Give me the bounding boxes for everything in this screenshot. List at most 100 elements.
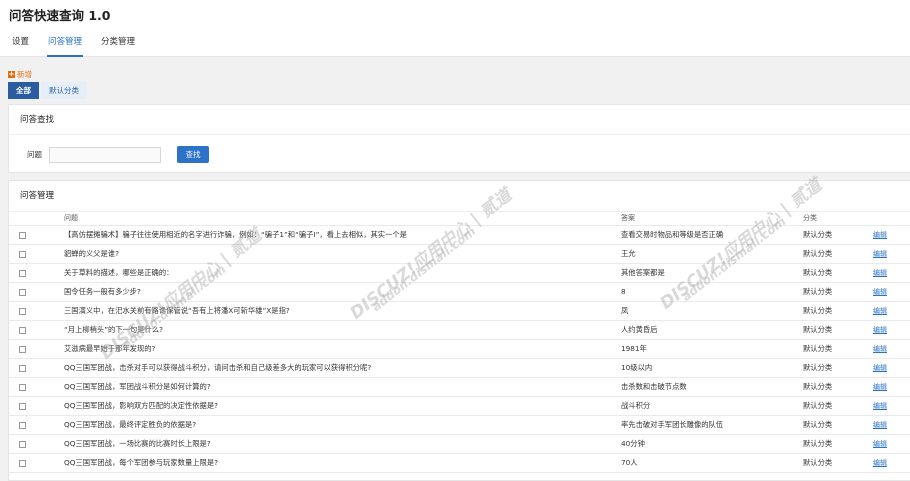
row-checkbox-cell [9,377,64,397]
action-cell: 编辑 [873,339,910,359]
edit-link[interactable]: 编辑 [873,231,887,239]
question-search-input[interactable] [49,146,161,163]
header-checkbox-col [9,212,64,226]
row-checkbox[interactable] [19,231,26,239]
search-row: 问题 查找 [27,146,209,163]
row-checkbox-cell [9,225,64,245]
category-cell: 默认分类 [803,453,873,473]
category-cell: 默认分类 [803,244,873,264]
answer-cell: 率先击破对手军团长雕像的队伍 [621,415,803,435]
category-cell: 默认分类 [803,282,873,302]
question-cell: QQ三国军团战，最终评定胜负的依据是? [64,415,621,435]
search-panel-title: 问答查找 [9,105,910,135]
row-checkbox[interactable] [19,440,26,448]
row-checkbox[interactable] [19,269,26,277]
question-cell: “月上柳梢头”的下一句是什么? [64,320,621,340]
add-button[interactable]: + 新增 [8,69,32,80]
question-cell: QQ三国军团战，影响双方匹配的决定性依据是? [64,396,621,416]
header-category: 分类 [803,212,873,226]
row-checkbox[interactable] [19,402,26,410]
edit-link[interactable]: 编辑 [873,269,887,277]
header-answer: 答案 [621,212,803,226]
add-label: 新增 [17,70,32,79]
action-cell: 编辑 [873,453,910,473]
filter-default-category[interactable]: 默认分类 [41,82,87,99]
qa-table: 问题 答案 分类 【高仿摆摊骗术】骗子往往使用相近的名字进行诈骗，例如：“骗子1… [9,212,910,473]
table-row: 关于草料的描述，哪些是正确的： 其他答案都是 默认分类 编辑 [9,263,910,283]
edit-link[interactable]: 编辑 [873,421,887,429]
category-cell: 默认分类 [803,339,873,359]
row-checkbox-cell [9,396,64,416]
edit-link[interactable]: 编辑 [873,250,887,258]
edit-link[interactable]: 编辑 [873,440,887,448]
row-checkbox-cell [9,282,64,302]
row-checkbox[interactable] [19,345,26,353]
tab-category-manage[interactable]: 分类管理 [100,37,136,57]
answer-cell: 人约黄昏后 [621,320,803,340]
question-cell: 国令任务一般有多少步? [64,282,621,302]
answer-cell: 凤 [621,301,803,321]
row-checkbox[interactable] [19,383,26,391]
table-row: 艾滋病最早始于那年发现的? 1981年 默认分类 编辑 [9,339,910,359]
row-checkbox[interactable] [19,307,26,315]
action-cell: 编辑 [873,282,910,302]
table-row: 貂蝉的义父是谁? 王允 默认分类 编辑 [9,244,910,264]
edit-link[interactable]: 编辑 [873,307,887,315]
edit-link[interactable]: 编辑 [873,364,887,372]
answer-cell: 8 [621,282,803,302]
search-panel: 问答查找 问题 查找 [8,104,910,173]
question-cell: 【高仿摆摊骗术】骗子往往使用相近的名字进行诈骗，例如：“骗子1”和“骗子I”，看… [64,225,621,245]
question-cell: QQ三国军团战，一场比赛的比赛时长上限是? [64,434,621,454]
main-tabs: 设置 问答管理 分类管理 [0,37,142,57]
qa-list-panel: 问答管理 问题 答案 分类 【高仿摆摊骗术】骗子往往使用相近的名字进行诈骗，例如… [8,180,910,481]
table-row: QQ三国军团战，每个军团参与玩家数量上限是? 70人 默认分类 编辑 [9,453,910,473]
action-cell: 编辑 [873,320,910,340]
edit-link[interactable]: 编辑 [873,402,887,410]
list-panel-title: 问答管理 [9,181,910,212]
category-cell: 默认分类 [803,415,873,435]
row-checkbox-cell [9,358,64,378]
answer-cell: 击杀数和击破节点数 [621,377,803,397]
search-button[interactable]: 查找 [177,146,209,163]
row-checkbox-cell [9,339,64,359]
header-actions [873,212,910,226]
filter-all[interactable]: 全部 [8,82,39,99]
action-cell: 编辑 [873,225,910,245]
answer-cell: 70人 [621,453,803,473]
edit-link[interactable]: 编辑 [873,288,887,296]
answer-cell: 10级以内 [621,358,803,378]
question-cell: QQ三国军团战，军团战斗积分是如何计算的? [64,377,621,397]
table-header-row: 问题 答案 分类 [9,212,910,226]
table-row: QQ三国军团战，军团战斗积分是如何计算的? 击杀数和击破节点数 默认分类 编辑 [9,377,910,397]
category-cell: 默认分类 [803,358,873,378]
category-cell: 默认分类 [803,396,873,416]
row-checkbox-cell [9,263,64,283]
row-checkbox[interactable] [19,288,26,296]
action-cell: 编辑 [873,415,910,435]
row-checkbox[interactable] [19,326,26,334]
answer-cell: 其他答案都是 [621,263,803,283]
answer-cell: 王允 [621,244,803,264]
row-checkbox[interactable] [19,250,26,258]
edit-link[interactable]: 编辑 [873,345,887,353]
edit-link[interactable]: 编辑 [873,383,887,391]
tab-qa-manage[interactable]: 问答管理 [47,37,84,57]
edit-link[interactable]: 编辑 [873,326,887,334]
action-cell: 编辑 [873,301,910,321]
row-checkbox[interactable] [19,459,26,467]
question-cell: QQ三国军团战，每个军团参与玩家数量上限是? [64,453,621,473]
category-cell: 默认分类 [803,320,873,340]
category-cell: 默认分类 [803,377,873,397]
category-cell: 默认分类 [803,225,873,245]
answer-cell: 战斗积分 [621,396,803,416]
row-checkbox-cell [9,415,64,435]
answer-cell: 1981年 [621,339,803,359]
edit-link[interactable]: 编辑 [873,459,887,467]
action-cell: 编辑 [873,377,910,397]
row-checkbox[interactable] [19,421,26,429]
tab-settings[interactable]: 设置 [11,37,30,57]
header: 问答快速查询 1.0 设置 问答管理 分类管理 [0,0,910,57]
row-checkbox[interactable] [19,364,26,372]
row-checkbox-cell [9,244,64,264]
action-cell: 编辑 [873,396,910,416]
